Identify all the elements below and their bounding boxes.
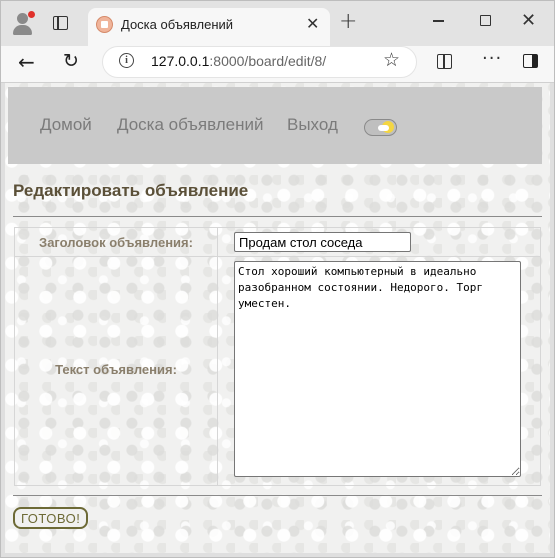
divider [13,495,542,496]
address-bar[interactable]: i 127.0.0.1:8000/board/edit/8/ ☆ [102,46,417,78]
site-header: Домой Доска объявлений Выход [8,87,542,164]
nav-link-board[interactable]: Доска объявлений [117,115,264,135]
text-field-label: Текст объявления: [55,362,177,377]
browser-titlebar: Доска объявлений ✕ + ✕ [0,0,555,46]
site-info-icon[interactable]: i [119,53,134,68]
url-text[interactable]: 127.0.0.1:8000/board/edit/8/ [151,53,326,69]
site-favicon-icon [96,16,113,33]
more-menu-icon[interactable]: ··· [482,48,502,69]
text-textarea[interactable]: Стол хороший компьютерный в идеально раз… [234,261,521,477]
window-minimize-icon[interactable] [433,20,444,22]
tab-actions-icon[interactable] [53,16,68,30]
title-field-label: Заголовок объявления: [39,235,193,250]
submit-button[interactable]: ГОТОВО! [13,507,89,529]
split-screen-icon[interactable] [437,54,452,69]
page-viewport: Домой Доска объявлений Выход Редактирова… [5,83,550,553]
theme-toggle-switch[interactable] [364,119,397,136]
title-input[interactable] [234,232,411,252]
nav-link-home[interactable]: Домой [40,115,92,135]
back-arrow-icon[interactable]: ← [18,50,35,74]
page-title: Редактировать объявление [13,181,249,200]
browser-toolbar: ← ↻ i 127.0.0.1:8000/board/edit/8/ ☆ ··· [0,46,555,83]
favorite-star-icon[interactable]: ☆ [383,49,400,71]
nav-link-logout[interactable]: Выход [287,115,338,135]
reload-icon[interactable]: ↻ [63,50,79,72]
tab-close-icon[interactable]: ✕ [306,14,319,33]
new-tab-icon[interactable]: + [339,9,357,34]
profile-avatar-icon[interactable] [10,10,36,36]
browser-tab-active[interactable]: Доска объявлений ✕ [88,8,330,46]
divider [13,216,542,217]
window-close-icon[interactable]: ✕ [521,10,536,31]
tab-title: Доска объявлений [121,17,234,32]
cloud-icon [378,125,389,131]
window-maximize-icon[interactable] [480,15,491,26]
table-divider [217,228,218,485]
edit-form-table: Заголовок объявления: Текст объявления: … [14,227,541,486]
sidebar-toggle-icon[interactable] [523,54,538,68]
table-divider [15,256,540,257]
